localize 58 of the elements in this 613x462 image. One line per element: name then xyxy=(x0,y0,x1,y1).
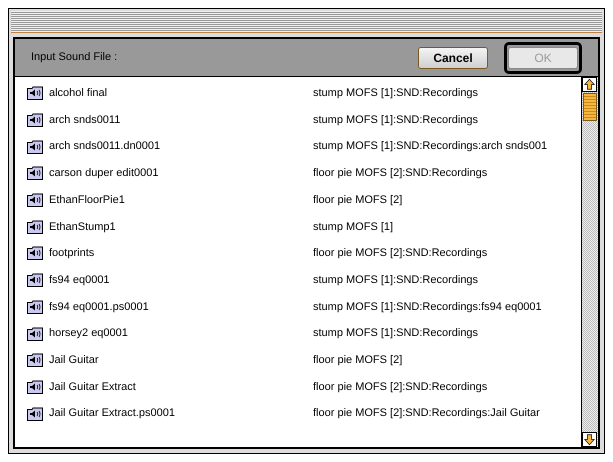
file-row[interactable]: arch snds0011.dn0001 stump MOFS [1]:SND:Recordings:arch snds001 xyxy=(23,133,581,160)
file-location: floor pie MOFS [2]:SND:Recordings:Jail Guitar xyxy=(313,406,540,422)
file-location: floor pie MOFS [2]:SND:Recordings xyxy=(313,166,488,182)
sound-file-icon xyxy=(27,193,43,208)
file-name: EthanFloorPie1 xyxy=(49,192,125,208)
file-name: Jail Guitar Extract xyxy=(49,380,136,395)
file-row[interactable]: arch snds0011 stump MOFS [1]:SND:Recordings xyxy=(23,106,581,134)
file-row[interactable]: footprints floor pie MOFS [2]:SND:Recordings xyxy=(23,240,581,267)
file-name: Jail Guitar Extract.ps0001 xyxy=(49,406,175,422)
file-name: footprints xyxy=(49,246,94,262)
sound-file-icon xyxy=(27,273,43,288)
file-location: stump MOFS [1]:SND:Recordings xyxy=(313,326,478,342)
cancel-button[interactable]: Cancel xyxy=(418,46,488,68)
file-row[interactable]: EthanFloorPie1 floor pie MOFS [2] xyxy=(23,186,581,214)
file-location: stump MOFS [1]:SND:Recordings xyxy=(313,272,478,288)
file-name: arch snds0011.dn0001 xyxy=(49,139,160,154)
file-location: floor pie MOFS [2] xyxy=(313,352,402,368)
file-location: floor pie MOFS [2] xyxy=(313,192,402,208)
scroll-up-arrow-icon[interactable] xyxy=(582,77,597,92)
sound-file-icon xyxy=(27,220,43,234)
sound-file-icon xyxy=(27,353,43,368)
file-location: stump MOFS [1] xyxy=(313,220,394,235)
sound-file-icon xyxy=(27,326,43,341)
file-name: alcohol final xyxy=(49,86,108,102)
file-name: fs94 eq0001 xyxy=(49,272,110,288)
file-row[interactable]: fs94 eq0001.ps0001 stump MOFS [1]:SND:Recordings:fs94 eq0001 xyxy=(23,294,581,320)
sound-file-icon xyxy=(27,246,43,260)
file-location: stump MOFS [1]:SND:Recordings:fs94 eq0001 xyxy=(313,300,542,315)
prompt-label: Input Sound File : xyxy=(31,50,118,66)
file-location: stump MOFS [1]:SND:Recordings:arch snds001 xyxy=(313,139,548,154)
file-name: carson duper edit0001 xyxy=(49,166,158,182)
sound-file-icon xyxy=(27,300,43,314)
file-location: stump MOFS [1]:SND:Recordings xyxy=(313,112,478,128)
scroll-thumb[interactable] xyxy=(583,93,597,121)
file-row[interactable]: Jail Guitar floor pie MOFS [2] xyxy=(23,346,581,374)
file-location: stump MOFS [1]:SND:Recordings xyxy=(313,86,478,102)
file-name: EthanStump1 xyxy=(49,220,116,235)
file-row[interactable]: EthanStump1 stump MOFS [1] xyxy=(23,213,581,240)
sound-file-icon xyxy=(27,113,43,128)
sound-file-icon xyxy=(27,380,43,394)
scroll-down-arrow-icon[interactable] xyxy=(582,432,597,447)
file-row[interactable]: carson duper edit0001 floor pie MOFS [2]:SND:Recordings xyxy=(23,160,581,187)
file-row[interactable]: Jail Guitar Extract.ps0001 floor pie MOFS [2]:SND:Recordings:Jail Guitar xyxy=(23,400,581,427)
sound-file-icon xyxy=(27,86,43,100)
sound-file-icon xyxy=(27,166,43,180)
file-name: arch snds0011 xyxy=(49,112,120,128)
file-location: floor pie MOFS [2]:SND:Recordings xyxy=(313,246,488,262)
file-row[interactable]: fs94 eq0001 stump MOFS [1]:SND:Recordings xyxy=(23,266,581,294)
scroll-bar[interactable] xyxy=(581,77,598,447)
sound-file-icon xyxy=(27,406,43,421)
file-location: floor pie MOFS [2]:SND:Recordings xyxy=(313,380,488,395)
file-row[interactable]: alcohol final stump MOFS [1]:SND:Recordings xyxy=(23,80,581,107)
file-name: fs94 eq0001.ps0001 xyxy=(49,300,149,315)
file-row[interactable]: Jail Guitar Extract floor pie MOFS [2]:SND:Recordings xyxy=(23,374,581,400)
file-name: Jail Guitar xyxy=(49,352,99,368)
sound-file-icon xyxy=(27,140,43,154)
file-name: horsey2 eq0001 xyxy=(49,326,128,342)
file-row[interactable]: horsey2 eq0001 stump MOFS [1]:SND:Recordings xyxy=(23,320,581,347)
